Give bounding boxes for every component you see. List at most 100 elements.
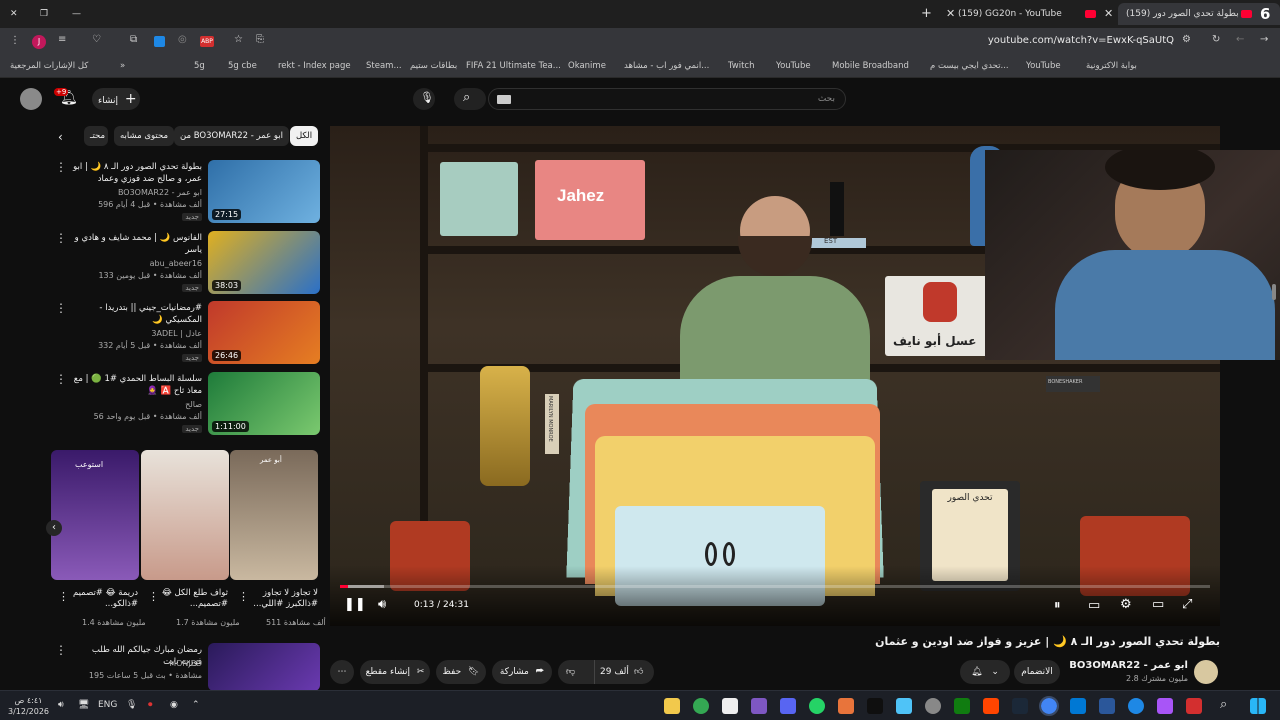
autoplay-toggle-icon[interactable]: ⏸︎ xyxy=(1054,598,1061,613)
recommendation-item[interactable]: 26:46 #رمضانيات_جيني || بتدريدا - المكسي… xyxy=(52,301,320,365)
create-button[interactable]: إنشاء + xyxy=(92,88,140,110)
network-icon[interactable]: 🖥︎ xyxy=(78,700,89,710)
join-button[interactable]: الانضمام xyxy=(1014,660,1060,684)
back-icon[interactable]: → xyxy=(1260,34,1268,45)
xbox-icon[interactable] xyxy=(954,698,970,714)
edge-icon[interactable] xyxy=(1128,698,1144,714)
save-button[interactable]: حفظ 🔖︎ xyxy=(436,660,486,684)
language-indicator[interactable]: ENG xyxy=(98,700,117,710)
settings-icon[interactable]: ⚙ xyxy=(1120,597,1132,612)
video-title[interactable]: #رمضانيات_جيني || بتدريدا - المكسيكي 🌙 xyxy=(72,302,202,326)
bookmark[interactable]: تحدي ايجي بيست م... xyxy=(930,61,1009,71)
progress-bar[interactable] xyxy=(340,585,1210,588)
video-thumbnail[interactable] xyxy=(208,643,320,690)
close-tab-icon[interactable]: ✕ xyxy=(946,3,955,25)
close-window-icon[interactable]: ✕ xyxy=(10,3,18,25)
short-title[interactable]: دريمة 😂 #تصميم #ذالكو... xyxy=(58,588,138,610)
extension-icon[interactable] xyxy=(154,36,165,47)
app-icon[interactable] xyxy=(722,698,738,714)
more-options-icon[interactable]: ⋮ xyxy=(55,160,67,174)
short-thumbnail[interactable]: استوعب xyxy=(51,450,139,580)
adblock-icon[interactable]: ABP xyxy=(200,36,214,47)
outlook-icon[interactable] xyxy=(1070,698,1086,714)
bookmark[interactable]: بوابة الاكترونية xyxy=(1086,61,1137,71)
short-title[interactable]: لا تجاوز لا تجاوز #ذالكبرز #اللي... xyxy=(238,588,318,610)
voice-search-button[interactable]: 🎙︎ xyxy=(413,88,435,110)
bookmark[interactable]: Twitch xyxy=(728,61,755,71)
profile-avatar[interactable]: J xyxy=(32,35,46,49)
channel-name[interactable]: 3ADEL | عادل xyxy=(151,329,202,338)
bookmark[interactable]: rekt - Index page xyxy=(278,61,351,71)
url-text[interactable]: youtube.com/watch?v=EwxK-qSaUtQ xyxy=(988,35,1174,46)
twitch-icon[interactable] xyxy=(751,698,767,714)
subtitles-icon[interactable]: ▭ xyxy=(1088,598,1100,613)
tray-overflow-icon[interactable]: ⌃ xyxy=(192,700,200,710)
app-icon[interactable] xyxy=(867,698,883,714)
share-button[interactable]: مشاركة ⮫ xyxy=(492,660,552,684)
chip-from-channel[interactable]: من BO3OMAR22 - ابو عمر xyxy=(174,126,290,146)
clock[interactable]: ٤:٤١ ص 3/12/2026 xyxy=(8,695,49,717)
search-button[interactable]: ⌕ xyxy=(454,88,486,110)
star-bookmark-icon[interactable]: ☆ xyxy=(234,34,243,45)
app-icon[interactable] xyxy=(925,698,941,714)
channel-name[interactable]: MONJED xyxy=(169,659,202,668)
app-icon[interactable] xyxy=(838,698,854,714)
bookmark[interactable]: Steam... xyxy=(366,61,402,71)
reload-icon[interactable]: ↻ xyxy=(1212,34,1220,45)
close-tab-icon[interactable]: ✕ xyxy=(1104,3,1113,25)
site-settings-icon[interactable]: ⚙ xyxy=(1182,34,1191,45)
bookmark[interactable]: YouTube xyxy=(1026,61,1061,71)
search-input[interactable]: بحث xyxy=(488,88,846,110)
install-app-icon[interactable]: ⎘ xyxy=(256,34,264,45)
record-icon[interactable]: ⏺︎ xyxy=(148,700,153,710)
like-icon[interactable]: 👍︎ xyxy=(634,660,643,684)
more-options-icon[interactable]: ⋮ xyxy=(55,372,67,386)
short-thumbnail[interactable] xyxy=(141,450,229,580)
chips-scroll-left-icon[interactable]: ‹ xyxy=(58,130,63,144)
keyboard-icon[interactable] xyxy=(497,95,511,104)
bookmark-all[interactable]: كل الإشارات المرجعية xyxy=(10,61,88,71)
chip-related[interactable]: محتوى مشابه xyxy=(114,126,174,146)
clip-button[interactable]: إنشاء مقطع ✂ xyxy=(360,660,430,684)
channel-name[interactable]: BO3OMAR22 - ابو عمر xyxy=(118,188,202,197)
dislike-icon[interactable]: 👎︎ xyxy=(566,660,575,684)
volume-icon[interactable]: 🔊︎ xyxy=(58,700,64,710)
subscribed-button[interactable]: 🔔︎ ⌄ xyxy=(960,660,1010,684)
app-icon[interactable] xyxy=(896,698,912,714)
tray-app-icon[interactable]: ◉ xyxy=(170,700,178,710)
tab-active[interactable]: (159) بطولة تحدي الصور دور xyxy=(1118,3,1280,25)
chrome-icon[interactable] xyxy=(693,698,709,714)
bookmark[interactable]: بطاقات ستيم xyxy=(410,61,457,71)
media-icon[interactable]: ≡ xyxy=(58,34,66,45)
channel-name[interactable]: abu_abeer16 xyxy=(150,259,202,268)
shorts-scroll-left-icon[interactable]: ‹ xyxy=(46,520,62,536)
video-title[interactable]: سلسلة البساط الحمدي #1 🟢 | مع معاذ ثاح 🅰… xyxy=(72,373,202,397)
chip-all[interactable]: الكل xyxy=(290,126,319,146)
bookmark[interactable]: Mobile Broadband xyxy=(832,61,909,71)
channel-name[interactable]: صالح xyxy=(185,400,202,409)
video-thumbnail[interactable]: 1:11:00 xyxy=(208,372,320,435)
bookmark[interactable]: YouTube xyxy=(776,61,811,71)
search-icon[interactable]: ⌕ xyxy=(1220,697,1227,712)
app-icon[interactable] xyxy=(983,698,999,714)
fullscreen-icon[interactable]: ⤢ xyxy=(1182,597,1192,612)
chrome-active-icon[interactable] xyxy=(1039,696,1059,716)
recommendation-item[interactable]: 38:03 الفانوس 🌙 | محمد شايف و هادي و ياس… xyxy=(52,231,320,295)
avatar[interactable] xyxy=(20,88,42,110)
bookmark[interactable]: 5g cbe xyxy=(228,61,257,71)
file-explorer-icon[interactable] xyxy=(664,698,680,714)
tab-inactive[interactable]: (159) GG20n - YouTube xyxy=(958,3,1096,25)
menu-icon[interactable]: ⋮ xyxy=(10,35,20,46)
steam-icon[interactable] xyxy=(1012,698,1028,714)
extensions-icon[interactable]: ⧉ xyxy=(130,34,137,45)
pause-icon[interactable]: ❚❚ xyxy=(344,597,366,612)
bookmark[interactable]: انمي فور اب - مشاهد... xyxy=(624,61,709,71)
scrollbar[interactable] xyxy=(1272,284,1276,300)
recommendation-item[interactable]: 27:15 بطولة تحدي الصور دور الـ ٨ 🌙 | ابو… xyxy=(52,160,320,224)
more-options-icon[interactable]: ⋮ xyxy=(58,590,69,603)
more-options-icon[interactable]: ⋮ xyxy=(238,590,249,603)
more-actions-button[interactable]: ⋯ xyxy=(330,660,354,684)
more-options-icon[interactable]: ⋮ xyxy=(55,231,67,245)
mic-icon[interactable]: 🎙︎ xyxy=(126,700,137,710)
channel-name[interactable]: BO3OMAR22 - ابو عمر xyxy=(1058,660,1188,671)
